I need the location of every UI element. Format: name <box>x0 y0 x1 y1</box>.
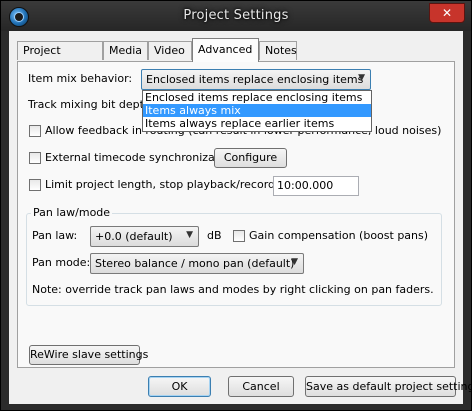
pan-note-text: Note: override track pan laws and modes … <box>32 283 434 296</box>
cancel-button[interactable]: Cancel <box>228 376 294 397</box>
item-mix-value: Enclosed items replace enclosing items <box>146 73 364 86</box>
pan-mode-value: Stereo balance / mono pan (default) <box>95 257 295 270</box>
gain-compensation-checkbox[interactable] <box>233 230 245 242</box>
configure-button[interactable]: Configure <box>214 148 287 168</box>
tab-advanced[interactable]: Advanced <box>192 38 259 62</box>
pan-law-select[interactable]: +0.0 (default) ▼ <box>90 226 199 247</box>
item-mix-option-highlighted[interactable]: Items always mix <box>143 104 371 117</box>
title-bar[interactable]: Project Settings ✕ <box>1 1 471 31</box>
item-mix-option[interactable]: Items always replace earlier items <box>143 117 371 130</box>
pan-law-label: Pan law: <box>32 229 78 242</box>
limit-length-checkbox[interactable] <box>29 179 41 191</box>
rewire-slave-settings-button[interactable]: ReWire slave settings <box>29 345 148 365</box>
limit-length-input[interactable]: 10:00.000 <box>273 176 359 196</box>
dialog-client-area: Project Settings Media Video Advanced No… <box>9 31 472 404</box>
pan-mode-select[interactable]: Stereo balance / mono pan (default) ▼ <box>90 253 304 274</box>
item-mix-select[interactable]: Enclosed items replace enclosing items ▼ <box>141 69 371 90</box>
item-mix-dropdown-list: Enclosed items replace enclosing items I… <box>142 90 372 132</box>
item-mix-label: Item mix behavior: <box>28 72 133 85</box>
allow-feedback-checkbox[interactable] <box>29 125 41 137</box>
tab-notes[interactable]: Notes <box>259 41 297 60</box>
pan-law-group: Pan law/mode Pan law: +0.0 (default) ▼ d… <box>26 206 442 306</box>
tab-project-settings[interactable]: Project Settings <box>17 41 103 75</box>
advanced-tab-panel: Item mix behavior: Enclosed items replac… <box>17 61 455 368</box>
track-bitdepth-label: Track mixing bit depth: <box>28 98 155 111</box>
chevron-down-icon: ▼ <box>358 73 365 83</box>
tab-media[interactable]: Media <box>103 41 148 60</box>
item-mix-option[interactable]: Enclosed items replace enclosing items <box>143 91 371 104</box>
db-unit-label: dB <box>207 229 222 242</box>
project-settings-window: Project Settings ✕ Project Settings Medi… <box>0 0 472 411</box>
pan-law-group-title: Pan law/mode <box>31 206 113 219</box>
pan-mode-label: Pan mode: <box>32 256 91 269</box>
chevron-down-icon: ▼ <box>291 257 298 267</box>
close-button[interactable]: ✕ <box>429 3 465 23</box>
pan-law-value: +0.0 (default) <box>95 230 173 243</box>
gain-compensation-label: Gain compensation (boost pans) <box>249 229 429 242</box>
save-as-default-button[interactable]: Save as default project settings <box>305 376 472 397</box>
limit-length-label: Limit project length, stop playback/reco… <box>45 178 311 191</box>
tab-video[interactable]: Video <box>148 41 192 60</box>
external-timecode-label: External timecode synchronization <box>45 151 236 164</box>
external-timecode-checkbox[interactable] <box>29 152 41 164</box>
window-title: Project Settings <box>183 8 289 23</box>
ok-button[interactable]: OK <box>148 376 211 397</box>
chevron-down-icon: ▼ <box>186 230 193 240</box>
